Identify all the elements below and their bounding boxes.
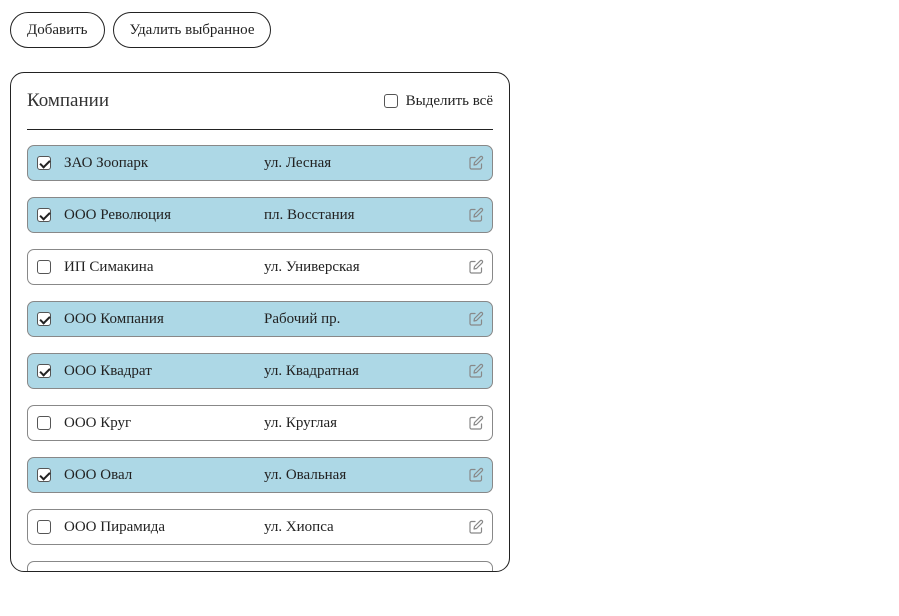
toolbar: Добавить Удалить выбранное: [10, 12, 272, 48]
row-checkbox[interactable]: [37, 364, 51, 378]
company-address: ул. Универская: [264, 258, 360, 275]
select-all-checkbox[interactable]: [383, 94, 398, 108]
company-name: ООО Пирамида: [64, 518, 166, 535]
company-name: ООО Овал: [64, 466, 133, 483]
select-all-label: Выделить всё: [405, 92, 493, 109]
edit-icon[interactable]: [468, 155, 484, 171]
company-address: ул. Круглая: [264, 414, 338, 431]
companies-list: ЗАО Зоопарк ул. Лесная ООО Революция пл. Во…: [27, 145, 493, 571]
company-row[interactable]: [27, 561, 493, 571]
company-name: ЗАО Зоопарк: [64, 154, 149, 171]
panel-header: Компании Выделить всё: [27, 73, 493, 130]
delete-selected-button[interactable]: Удалить выбранное: [112, 12, 272, 48]
row-checkbox[interactable]: [37, 260, 51, 274]
edit-icon[interactable]: [468, 363, 484, 379]
company-row[interactable]: ИП Симакина ул. Универская: [27, 249, 493, 285]
select-all[interactable]: Выделить всё: [383, 92, 493, 110]
edit-icon[interactable]: [468, 519, 484, 535]
edit-icon[interactable]: [468, 311, 484, 327]
company-name: ООО Круг: [64, 414, 132, 431]
edit-icon[interactable]: [468, 259, 484, 275]
row-checkbox[interactable]: [37, 468, 51, 482]
edit-icon[interactable]: [468, 467, 484, 483]
row-checkbox[interactable]: [37, 520, 51, 534]
row-checkbox[interactable]: [37, 208, 51, 222]
company-address: ул. Хиопса: [264, 518, 334, 535]
panel-title: Компании: [27, 90, 109, 111]
company-address: пл. Восстания: [264, 206, 355, 223]
company-name: ООО Квадрат: [64, 362, 152, 379]
company-row[interactable]: ООО Революция пл. Восстания: [27, 197, 493, 233]
company-address: ул. Овальная: [264, 466, 347, 483]
row-checkbox[interactable]: [37, 156, 51, 170]
company-name: ООО Компания: [64, 310, 164, 327]
company-row[interactable]: ООО Овал ул. Овальная: [27, 457, 493, 493]
company-row[interactable]: ООО Пирамида ул. Хиопса: [27, 509, 493, 545]
edit-icon[interactable]: [468, 207, 484, 223]
row-checkbox[interactable]: [37, 312, 51, 326]
edit-icon[interactable]: [468, 415, 484, 431]
row-checkbox[interactable]: [37, 416, 51, 430]
company-address: ул. Лесная: [264, 154, 332, 171]
companies-panel: Компании Выделить всё ЗАО Зоопарк ул. Лес…: [10, 72, 510, 572]
company-name: ИП Симакина: [64, 258, 154, 275]
company-address: ул. Квадратная: [264, 362, 359, 379]
add-button[interactable]: Добавить: [10, 12, 105, 48]
company-row[interactable]: ЗАО Зоопарк ул. Лесная: [27, 145, 493, 181]
company-address: Рабочий пр.: [264, 310, 341, 327]
company-row[interactable]: ООО Круг ул. Круглая: [27, 405, 493, 441]
company-row[interactable]: ООО Компания Рабочий пр.: [27, 301, 493, 337]
company-row[interactable]: ООО Квадрат ул. Квадратная: [27, 353, 493, 389]
company-name: ООО Революция: [64, 206, 171, 223]
